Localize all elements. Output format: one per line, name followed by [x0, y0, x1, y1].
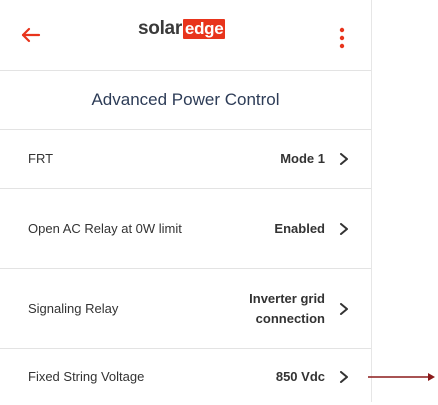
setting-row-signaling-relay[interactable]: Signaling Relay Inverter grid connection [0, 269, 371, 349]
setting-value: Inverter grid connection [249, 290, 325, 326]
annotation-arrow-icon [368, 373, 435, 381]
page-title: Advanced Power Control [91, 90, 280, 109]
chevron-right-icon [340, 302, 348, 315]
logo-text-edge: edge [182, 19, 226, 39]
chevron-right-icon [340, 371, 348, 383]
chevron-right-icon [340, 222, 348, 235]
setting-label: Signaling Relay [28, 300, 119, 316]
logo-text-solar: solar [138, 18, 182, 39]
setting-value: 850 Vdc [275, 369, 325, 384]
setting-label: Open AC Relay at 0W limit [28, 220, 182, 236]
back-arrow-icon[interactable] [18, 22, 44, 48]
setting-value: Enabled [274, 220, 325, 236]
setting-label: FRT [28, 151, 54, 166]
more-vertical-icon[interactable] [337, 26, 347, 52]
app-screen: solar edge Advanced Power Control FRT Mo… [0, 0, 372, 402]
chevron-right-icon [340, 153, 348, 165]
page-title-bar: Advanced Power Control [0, 71, 371, 130]
app-header: solar edge [0, 0, 371, 71]
setting-label: Fixed String Voltage [28, 369, 145, 384]
setting-row-frt[interactable]: FRT Mode 1 [0, 130, 371, 189]
setting-row-fixed-string-voltage[interactable]: Fixed String Voltage 850 Vdc [0, 349, 371, 405]
solaredge-logo: solar edge [138, 17, 226, 41]
setting-value: Mode 1 [280, 151, 325, 166]
setting-row-open-ac-relay[interactable]: Open AC Relay at 0W limit Enabled [0, 189, 371, 269]
